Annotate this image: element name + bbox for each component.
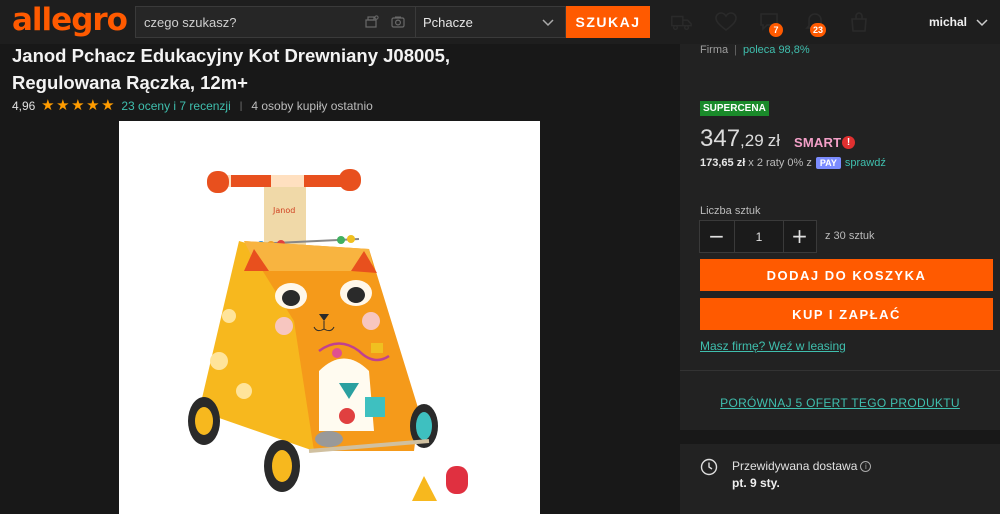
brand-label: Janod: [272, 206, 295, 215]
quantity-increase-button[interactable]: +: [783, 221, 816, 252]
quantity-label: Liczba sztuk: [700, 205, 761, 217]
supercena-badge: SUPERCENA: [700, 101, 769, 116]
price-currency: zł: [767, 131, 780, 150]
buy-now-button[interactable]: KUP I ZAPŁAĆ: [700, 298, 993, 330]
delivery-panel: [680, 444, 1000, 514]
star-icon: ★: [71, 97, 85, 114]
price: 347,29 zł: [700, 124, 780, 156]
product-title-line-2: Regulowana Rączka, 12m+: [12, 72, 248, 93]
truck-icon[interactable]: [669, 11, 693, 33]
star-icon: ★: [86, 97, 100, 114]
walker-cat-illustration: Janod: [188, 169, 468, 501]
chevron-down-icon[interactable]: [976, 17, 988, 27]
delivery-label: Przewidywana dostawa i: [732, 459, 872, 473]
username[interactable]: michal: [929, 15, 967, 29]
notifications-badge: 23: [810, 23, 826, 37]
leasing-link[interactable]: Masz firmę? Weź w leasing: [700, 339, 846, 353]
product-title-line-1: Janod Pchacz Edukacyjny Kot Drewniany J0…: [12, 45, 451, 66]
compare-offers-link[interactable]: PORÓWNAJ 5 OFERT TEGO PRODUKTU: [680, 396, 1000, 410]
cart-icon[interactable]: [847, 11, 871, 33]
info-icon[interactable]: i: [860, 461, 872, 473]
allegro-logo[interactable]: allegro: [12, 2, 128, 38]
search-button[interactable]: SZUKAJ: [566, 6, 650, 38]
quantity-input[interactable]: [734, 221, 784, 252]
price-integer: 347: [700, 125, 741, 152]
installment-check-link[interactable]: sprawdź: [845, 157, 886, 169]
rating-value: 4,96: [12, 99, 36, 113]
reviews-link[interactable]: 23 oceny i 7 recenzji: [121, 99, 230, 113]
quantity-available: z 30 sztuk: [825, 230, 875, 242]
quantity-decrease-button[interactable]: −: [700, 221, 733, 252]
clock-icon: [700, 458, 718, 476]
smart-label[interactable]: SMART: [794, 135, 841, 150]
delivery-label-text: Przewidywana dostawa: [732, 459, 858, 473]
installments-row: 173,65 zł x 2 raty 0% z PAY sprawdź: [700, 157, 886, 169]
category-select[interactable]: Pchacze: [416, 6, 566, 38]
star-icon: ★: [41, 97, 55, 114]
product-title: Janod Pchacz Edukacyjny Kot Drewniany J0…: [12, 42, 672, 96]
star-icon: ★: [101, 97, 115, 114]
chevron-down-icon: [542, 19, 554, 27]
seller-recommend-link[interactable]: poleca 98,8%: [743, 44, 810, 56]
rating-stars[interactable]: ★ ★ ★ ★ ★: [40, 98, 115, 114]
barcode-icon[interactable]: [390, 14, 406, 30]
price-decimal: ,29: [740, 131, 764, 150]
camera-search-icon[interactable]: [364, 14, 380, 30]
search-input[interactable]: [144, 7, 344, 37]
rating-row: 4,96 ★ ★ ★ ★ ★ 23 oceny i 7 recenzji | 4…: [12, 98, 373, 114]
chat-badge: 7: [769, 23, 783, 37]
quantity-stepper: − +: [699, 220, 817, 253]
delivery-date: pt. 9 sty.: [732, 476, 780, 490]
seller-row: Firma | poleca 98,8%: [700, 44, 810, 56]
pay-badge: PAY: [815, 157, 841, 169]
top-header: allegro Pchacze SZUKAJ 7 23: [0, 0, 1000, 44]
search-box: [135, 6, 416, 38]
installment-text: x 2 raty 0% z: [748, 157, 812, 169]
divider: [680, 370, 1000, 371]
category-value: Pchacze: [423, 15, 473, 30]
recent-buyers: 4 osoby kupiły ostatnio: [251, 99, 373, 113]
product-image[interactable]: Janod: [119, 121, 540, 514]
star-icon: ★: [56, 97, 70, 114]
installment-amount: 173,65 zł: [700, 157, 746, 169]
add-to-cart-button[interactable]: DODAJ DO KOSZYKA: [700, 259, 993, 291]
smart-alert-icon[interactable]: !: [842, 136, 855, 149]
separator: |: [239, 100, 243, 112]
heart-icon[interactable]: [714, 11, 738, 33]
seller-separator: |: [734, 44, 737, 56]
seller-type: Firma: [700, 44, 729, 56]
